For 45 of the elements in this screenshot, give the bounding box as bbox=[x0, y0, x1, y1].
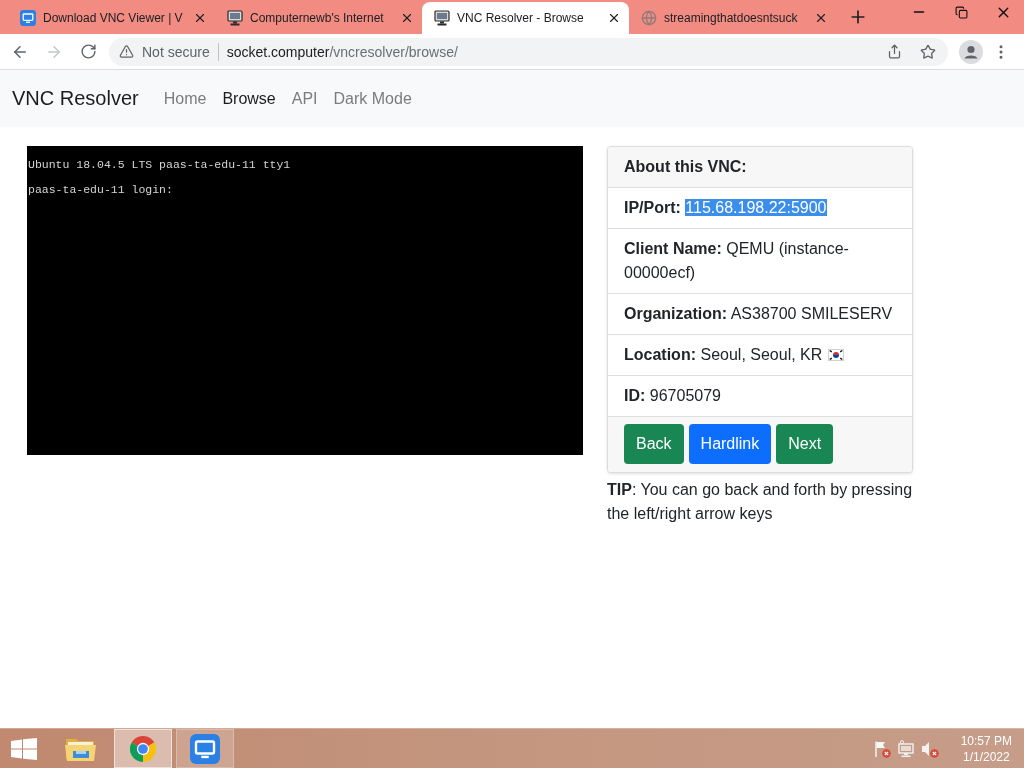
field-text: IP/Port: 115.68.198.22:5900 bbox=[624, 199, 827, 216]
close-icon[interactable] bbox=[607, 11, 621, 25]
terminal-line: Ubuntu 18.04.5 LTS paas-ta-edu-11 tty1 bbox=[28, 158, 291, 172]
flag-icon bbox=[828, 349, 845, 361]
brand-name[interactable]: VNC Resolver bbox=[12, 87, 139, 110]
browser-tab[interactable]: streamingthatdoesntsuck bbox=[629, 2, 836, 34]
field-text: Location: Seoul, Seoul, KR bbox=[624, 346, 823, 363]
globe-icon bbox=[641, 10, 657, 26]
security-status[interactable]: Not secure bbox=[142, 43, 210, 60]
field-text: Client Name: QEMU (instance-00000ecf) bbox=[624, 240, 849, 281]
field-text: ID: 96705079 bbox=[624, 387, 721, 404]
browser-tab[interactable]: VNC Resolver - Browse bbox=[422, 2, 629, 34]
restore-icon[interactable] bbox=[954, 5, 968, 19]
star-icon[interactable] bbox=[920, 43, 936, 60]
nav-link[interactable]: Browse bbox=[214, 81, 284, 116]
taskbar-app[interactable] bbox=[114, 729, 172, 768]
browser-icon bbox=[130, 735, 156, 762]
nav-link[interactable]: Dark Mode bbox=[325, 81, 420, 116]
close-icon[interactable] bbox=[814, 11, 828, 25]
warning-icon[interactable] bbox=[119, 44, 134, 59]
action-button[interactable]: Next bbox=[776, 424, 834, 464]
nav-link[interactable]: API bbox=[283, 81, 326, 116]
windows-logo-icon[interactable] bbox=[11, 737, 37, 760]
share-icon[interactable] bbox=[887, 44, 902, 59]
browser-tab[interactable]: Computernewb's Internet bbox=[215, 2, 422, 34]
close-icon[interactable] bbox=[193, 11, 207, 25]
computer-icon bbox=[434, 10, 450, 26]
tip-text: TIP: You can go back and forth by pressing the left/right arrow keys bbox=[607, 480, 914, 524]
computer-icon bbox=[227, 10, 243, 26]
url-text: socket.computer/vncresolver/browse/ bbox=[226, 43, 458, 60]
flag-icon[interactable] bbox=[872, 739, 891, 758]
address-bar[interactable]: Not secure socket.computer/vncresolver/browse/ bbox=[109, 37, 948, 66]
profile-icon[interactable] bbox=[959, 39, 983, 64]
reload-icon[interactable] bbox=[79, 43, 97, 60]
browser-tab[interactable]: Download VNC Viewer | V bbox=[8, 2, 215, 34]
field-text: Organization: AS38700 SMILESERV bbox=[624, 305, 893, 322]
action-button[interactable]: Back bbox=[624, 424, 684, 464]
taskbar-app[interactable] bbox=[176, 729, 234, 768]
nav-link[interactable]: Home bbox=[155, 81, 215, 116]
terminal-line: paas-ta-edu-11 login: bbox=[28, 183, 173, 197]
close-icon[interactable] bbox=[400, 11, 414, 25]
card-title: About this VNC: bbox=[608, 147, 912, 188]
app-logo-icon bbox=[20, 10, 36, 26]
action-button[interactable]: Hardlink bbox=[688, 424, 772, 464]
app-logo-icon bbox=[190, 733, 220, 764]
